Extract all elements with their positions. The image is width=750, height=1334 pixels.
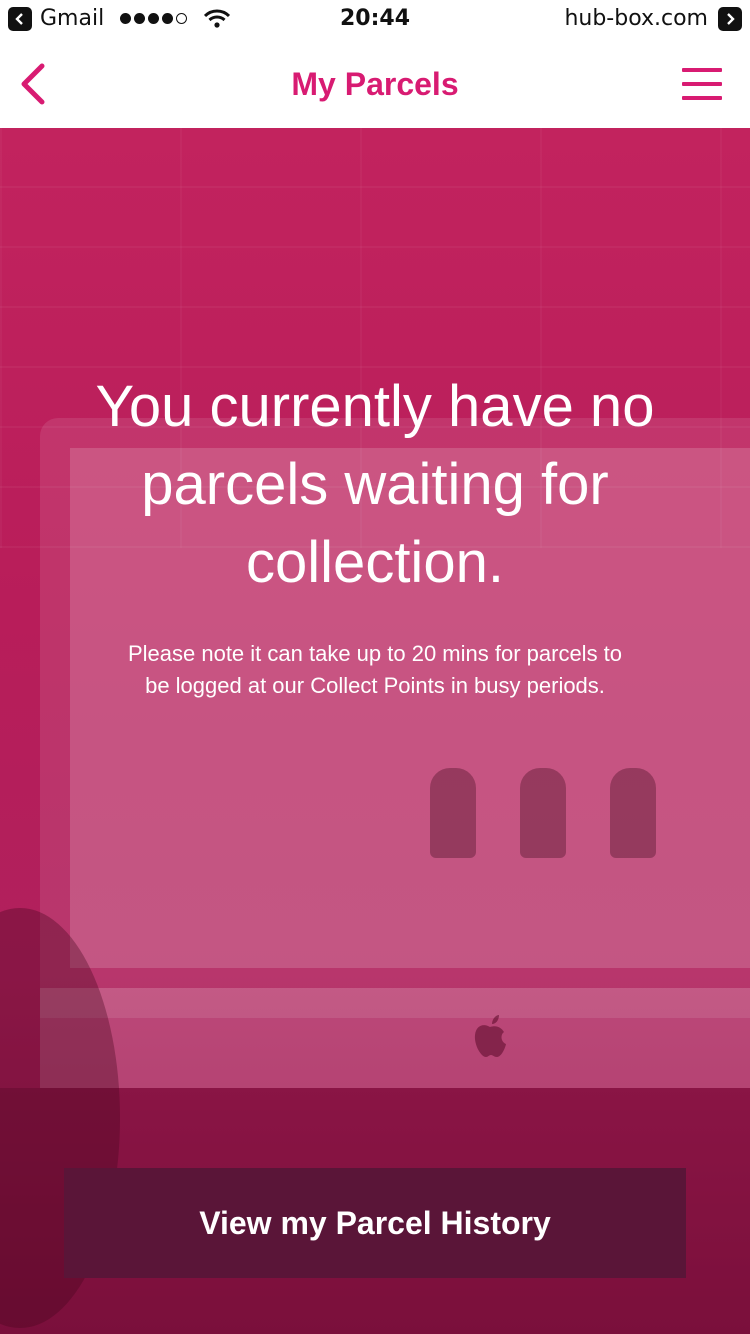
status-bar: Gmail 20:44 hub-box.com [0, 0, 750, 40]
status-right: hub-box.com [564, 6, 742, 31]
forward-icon[interactable] [718, 6, 742, 31]
menu-button[interactable] [680, 66, 724, 102]
empty-state-hero: You currently have no parcels waiting fo… [0, 128, 750, 1334]
site-label: hub-box.com [564, 6, 708, 31]
empty-state-headline: You currently have no parcels waiting fo… [95, 374, 655, 595]
page-title: My Parcels [291, 66, 459, 102]
empty-state-note: Please note it can take up to 20 mins fo… [127, 641, 623, 698]
navigation-bar: My Parcels [0, 40, 750, 128]
hamburger-menu-icon [682, 68, 722, 72]
view-parcel-history-button[interactable]: View my Parcel History [64, 1168, 686, 1278]
